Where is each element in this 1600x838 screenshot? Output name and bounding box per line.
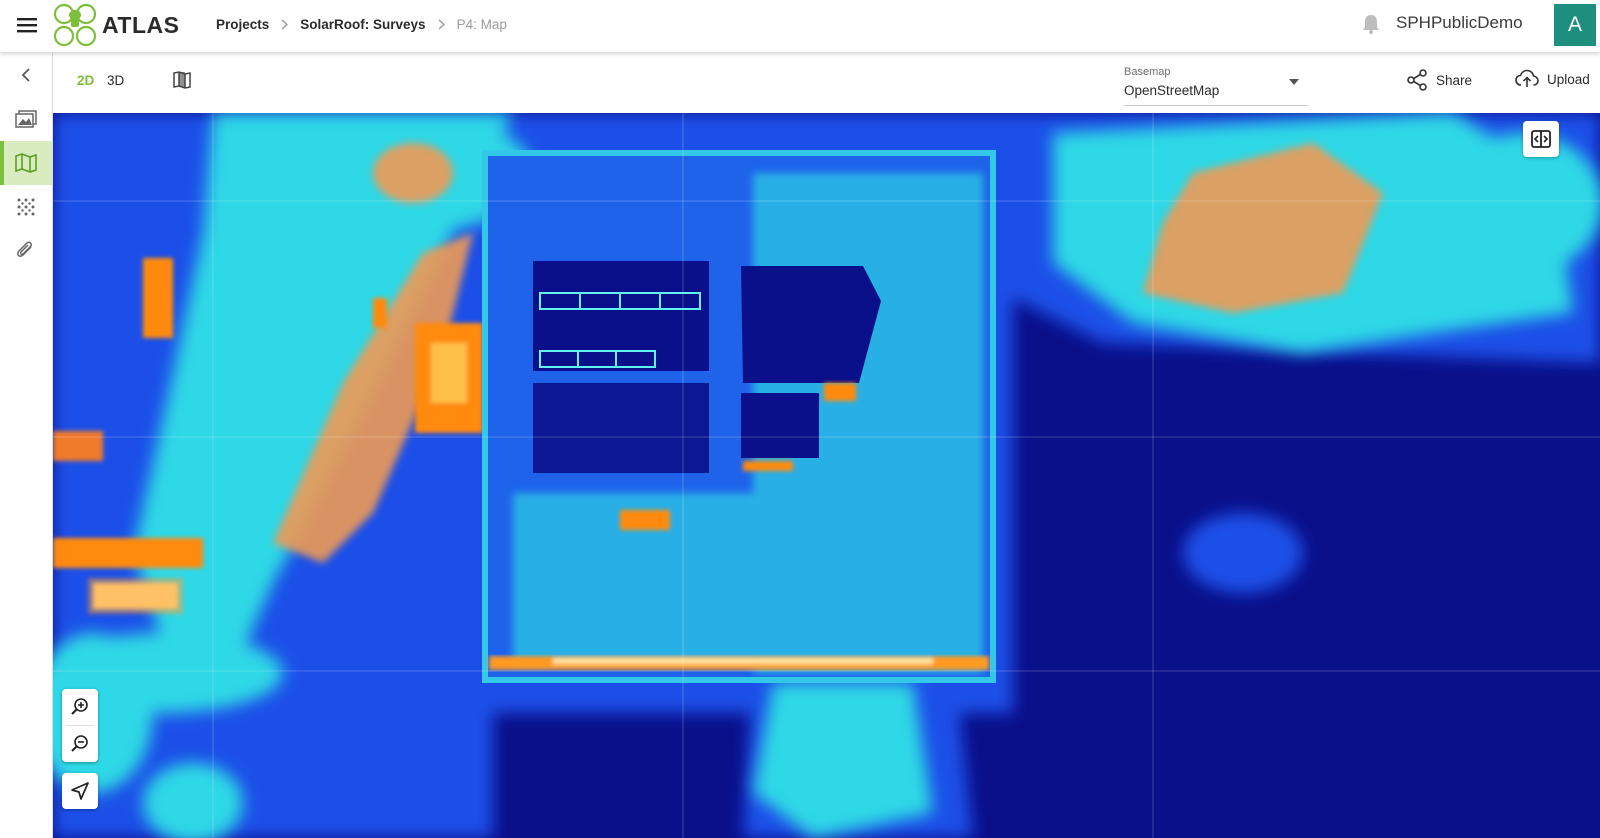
breadcrumb-projects[interactable]: Projects [216,17,269,32]
zoom-in-button[interactable] [62,689,98,725]
share-icon [1407,69,1427,91]
upload-label: Upload [1547,71,1590,87]
zoom-controls [62,689,98,762]
split-compare-icon [1531,130,1551,148]
chevron-right-icon [438,18,445,30]
chevron-left-icon [21,68,30,82]
sidebar-item-map[interactable] [0,141,52,185]
thermal-heatmap-layer [53,113,1600,838]
chevron-right-icon [281,18,289,30]
sidebar-item-pointcloud[interactable] [0,185,52,229]
basemap-value: OpenStreetMap [1124,83,1220,98]
map-toolbar: 2D 3D Basemap OpenStreetMap Share Upload [53,53,1600,113]
zoom-out-icon [71,735,88,752]
breadcrumb-survey[interactable]: SolarRoof: Surveys [300,17,425,32]
sidebar-item-attachments[interactable] [0,229,52,273]
user-name[interactable]: SPHPublicDemo [1396,0,1523,46]
paperclip-icon [17,241,32,257]
avatar[interactable]: A [1554,4,1596,46]
breadcrumb: Projects SolarRoof: Surveys P4: Map [216,0,507,48]
upload-button[interactable]: Upload [1515,69,1590,89]
breadcrumb-current-page: P4: Map [456,16,507,32]
map-canvas[interactable] [53,113,1600,838]
sidebar-collapse-button[interactable] [0,53,52,97]
left-sidebar [0,53,53,838]
share-label: Share [1436,72,1473,88]
dots-grid-icon [17,198,35,216]
brand-name: ATLAS [102,11,180,38]
bell-icon[interactable] [1360,13,1382,35]
top-app-bar: ATLAS Projects SolarRoof: Surveys P4: Ma… [0,0,1600,52]
basemap-label: Basemap [1124,66,1171,78]
hamburger-menu-icon[interactable] [14,12,40,38]
sidebar-item-images[interactable] [0,97,52,141]
cloud-upload-icon [1515,69,1539,87]
mode-3d-button[interactable]: 3D [107,73,124,88]
navigation-arrow-icon [71,782,89,800]
locate-button[interactable] [62,773,98,809]
share-button[interactable]: Share [1406,69,1472,91]
caret-down-icon [1289,79,1299,85]
brand-logo[interactable]: ATLAS [50,2,179,48]
zoom-out-button[interactable] [62,726,98,762]
mode-2d-button[interactable]: 2D [77,73,94,88]
basemap-select[interactable]: Basemap OpenStreetMap [1124,63,1308,106]
images-icon [15,110,37,128]
zoom-in-icon [71,698,88,715]
split-compare-button[interactable] [1523,121,1559,157]
map-icon [15,153,37,173]
atlas-logo-icon [53,3,97,47]
map-layers-icon[interactable] [172,70,194,92]
